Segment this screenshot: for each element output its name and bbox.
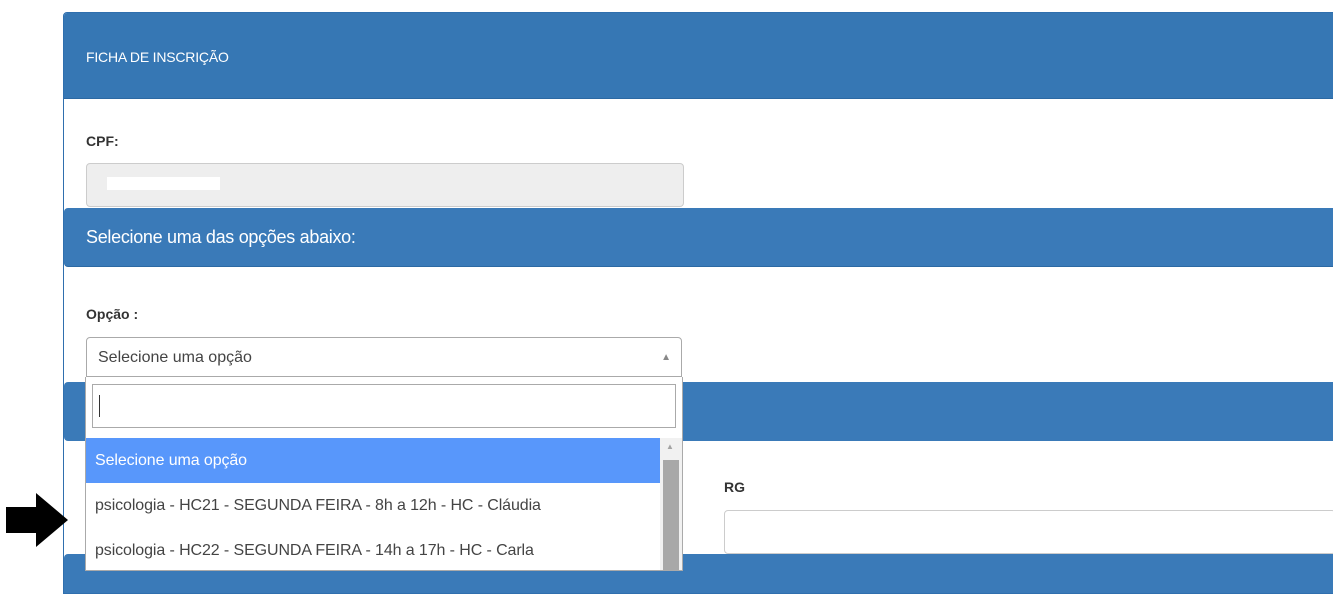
rg-label: RG: [724, 479, 745, 495]
option-item[interactable]: psicologia - HC22 - SEGUNDA FEIRA - 14h …: [86, 528, 660, 570]
right-arrow-pointer-icon: [6, 493, 68, 547]
rg-field[interactable]: [724, 510, 1333, 554]
option-search-input[interactable]: [92, 384, 676, 428]
cpf-redaction: [107, 177, 220, 190]
scrollbar-thumb[interactable]: [663, 460, 679, 570]
section-header: Selecione uma das opções abaixo:: [64, 208, 1333, 266]
text-cursor: [99, 395, 100, 417]
option-label: Opção :: [86, 306, 139, 322]
cpf-label: CPF:: [86, 133, 119, 149]
cpf-field[interactable]: [86, 163, 684, 207]
scroll-up-icon[interactable]: ▲: [666, 442, 674, 451]
option-select-value: Selecione uma opção: [98, 349, 252, 366]
dropdown-scrollbar[interactable]: ▲: [660, 438, 682, 570]
option-select[interactable]: Selecione uma opção ▲: [86, 337, 682, 377]
option-item[interactable]: Selecione uma opção: [86, 438, 660, 483]
option-dropdown: Selecione uma opção psicologia - HC21 - …: [85, 377, 683, 571]
arrow-up-icon[interactable]: ▲: [661, 352, 671, 363]
option-results-list: Selecione uma opção psicologia - HC21 - …: [86, 438, 660, 570]
option-item[interactable]: psicologia - HC21 - SEGUNDA FEIRA - 8h a…: [86, 483, 660, 528]
section-title: Selecione uma das opções abaixo:: [86, 227, 356, 247]
panel-title: FICHA DE INSCRIÇÃO: [86, 49, 229, 65]
panel-header: FICHA DE INSCRIÇÃO: [64, 13, 1333, 99]
